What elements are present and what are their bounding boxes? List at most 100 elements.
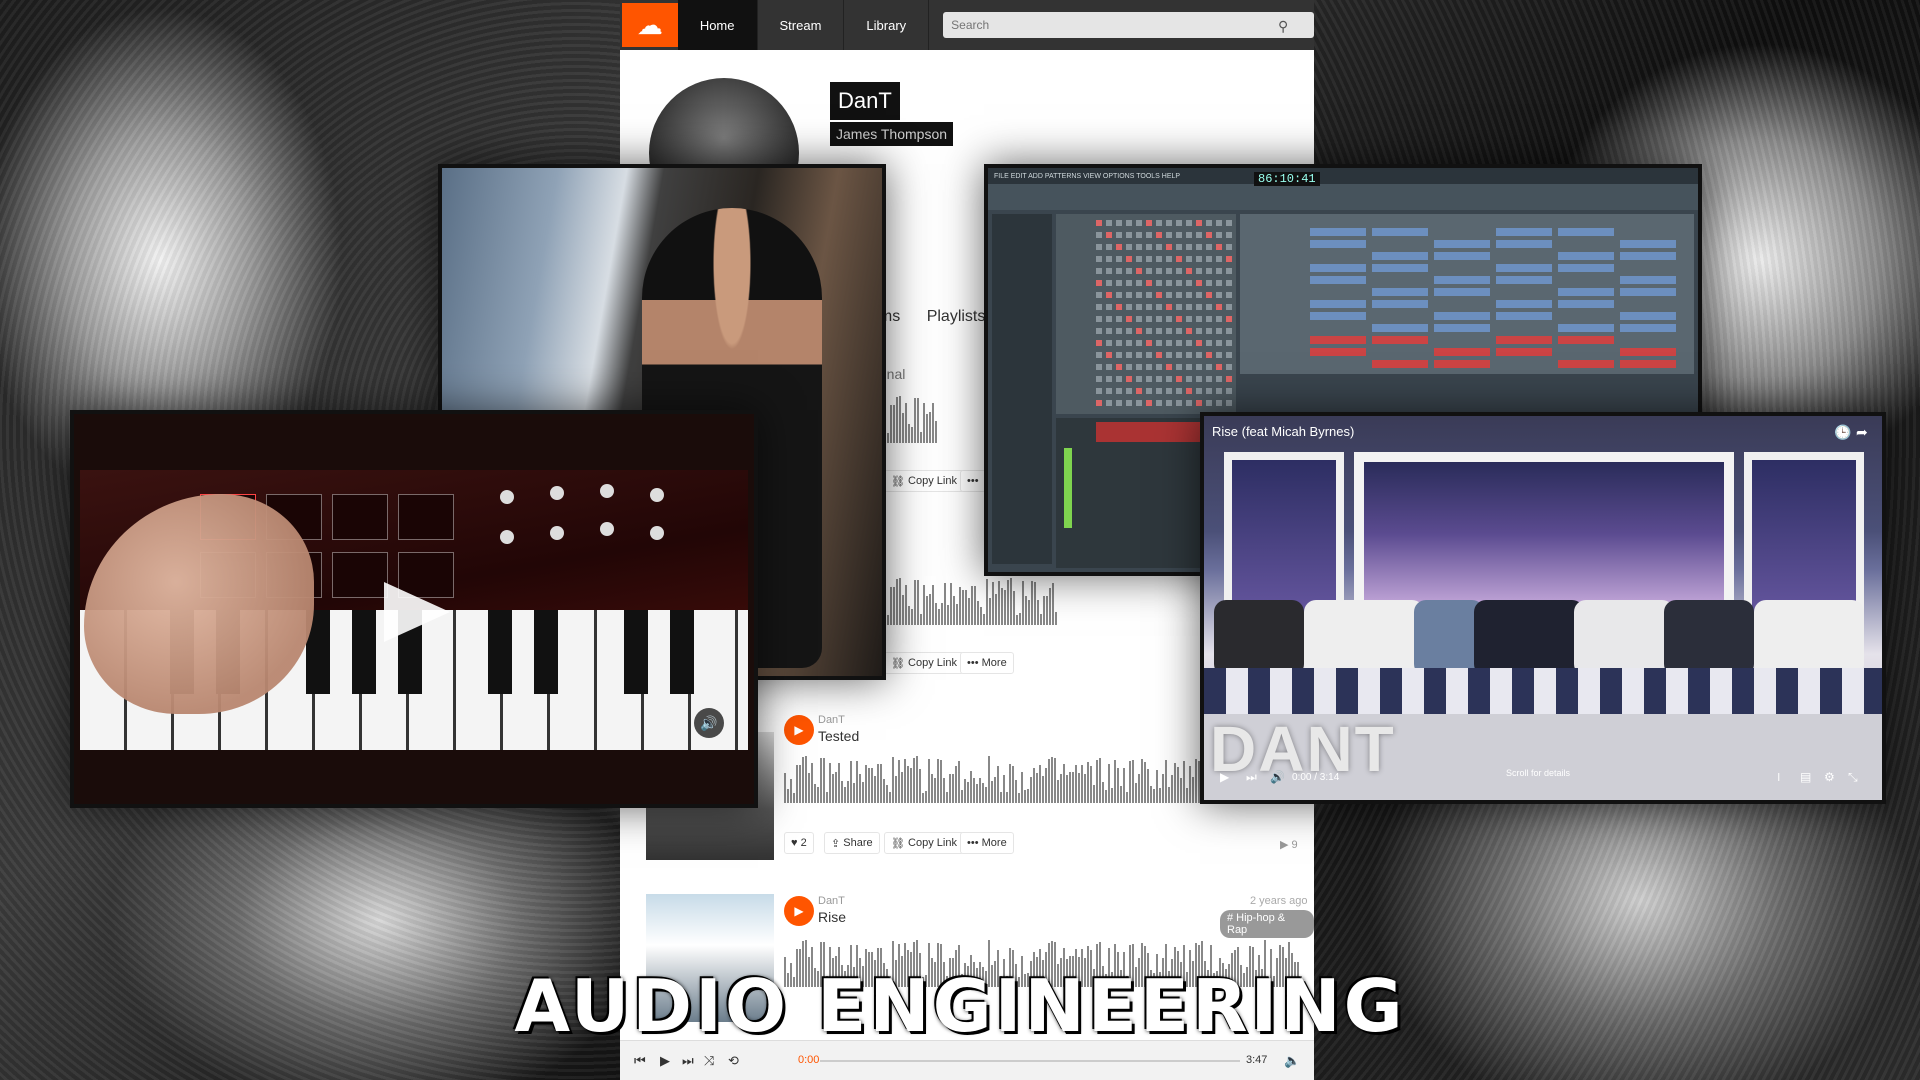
step-button[interactable]	[1176, 352, 1182, 358]
step-button[interactable]	[1176, 244, 1182, 250]
step-button[interactable]	[1146, 280, 1152, 286]
pattern-clip[interactable]	[1496, 240, 1552, 248]
search-icon[interactable]: ⚲	[1278, 18, 1288, 35]
next-icon[interactable]: ⏭	[682, 1053, 694, 1069]
step-button[interactable]	[1116, 340, 1122, 346]
step-button[interactable]	[1206, 292, 1212, 298]
pattern-clip[interactable]	[1620, 312, 1676, 320]
step-button[interactable]	[1116, 304, 1122, 310]
pattern-clip[interactable]	[1620, 276, 1676, 284]
step-button[interactable]	[1106, 256, 1112, 262]
volume-icon[interactable]: 🔊	[694, 708, 724, 738]
step-button[interactable]	[1176, 340, 1182, 346]
step-button[interactable]	[1146, 220, 1152, 226]
step-button[interactable]	[1196, 268, 1202, 274]
track-user[interactable]: DanT	[818, 895, 845, 907]
step-button[interactable]	[1206, 304, 1212, 310]
step-button[interactable]	[1166, 256, 1172, 262]
step-button[interactable]	[1106, 364, 1112, 370]
step-button[interactable]	[1096, 304, 1102, 310]
pattern-clip[interactable]	[1372, 228, 1428, 236]
step-button[interactable]	[1106, 388, 1112, 394]
step-button[interactable]	[1116, 400, 1122, 406]
step-button[interactable]	[1106, 280, 1112, 286]
step-button[interactable]	[1116, 364, 1122, 370]
step-button[interactable]	[1196, 316, 1202, 322]
pattern-clip[interactable]	[1558, 360, 1614, 368]
step-button[interactable]	[1136, 292, 1142, 298]
step-button[interactable]	[1106, 232, 1112, 238]
step-button[interactable]	[1126, 280, 1132, 286]
settings-icon[interactable]: ⚙	[1824, 770, 1835, 784]
pattern-clip[interactable]	[1558, 252, 1614, 260]
step-button[interactable]	[1196, 232, 1202, 238]
autoplay-toggle-icon[interactable]: ⏽	[1774, 770, 1784, 785]
step-button[interactable]	[1156, 364, 1162, 370]
step-button[interactable]	[1106, 292, 1112, 298]
pattern-clip[interactable]	[1372, 252, 1428, 260]
youtube-video[interactable]: Rise (feat Micah Byrnes) 🕒 ➦ DANT ▶ ⏭ 🔊 …	[1200, 412, 1886, 804]
pattern-clip[interactable]	[1558, 300, 1614, 308]
step-button[interactable]	[1166, 400, 1172, 406]
pattern-clip[interactable]	[1310, 300, 1366, 308]
step-button[interactable]	[1226, 244, 1232, 250]
step-button[interactable]	[1216, 328, 1222, 334]
step-button[interactable]	[1106, 304, 1112, 310]
step-button[interactable]	[1136, 376, 1142, 382]
pattern-clip[interactable]	[1372, 324, 1428, 332]
step-button[interactable]	[1166, 292, 1172, 298]
step-button[interactable]	[1146, 304, 1152, 310]
step-button[interactable]	[1176, 232, 1182, 238]
step-button[interactable]	[1166, 328, 1172, 334]
step-button[interactable]	[1176, 268, 1182, 274]
step-button[interactable]	[1096, 256, 1102, 262]
step-button[interactable]	[1126, 292, 1132, 298]
step-button[interactable]	[1206, 316, 1212, 322]
step-button[interactable]	[1216, 340, 1222, 346]
next-icon[interactable]: ⏭	[1246, 770, 1257, 785]
play-button-rise[interactable]: ▶	[784, 896, 814, 926]
pattern-clip[interactable]	[1496, 336, 1552, 344]
step-button[interactable]	[1216, 280, 1222, 286]
volume-icon[interactable]: 🔈	[1284, 1053, 1300, 1069]
nav-stream[interactable]: Stream	[758, 0, 845, 50]
nav-library[interactable]: Library	[844, 0, 930, 50]
step-button[interactable]	[1226, 328, 1232, 334]
repeat-icon[interactable]: ⟲	[728, 1053, 739, 1069]
step-button[interactable]	[1226, 292, 1232, 298]
step-button[interactable]	[1156, 304, 1162, 310]
step-button[interactable]	[1196, 376, 1202, 382]
clock-icon[interactable]: 🕒	[1834, 424, 1851, 441]
pattern-clip[interactable]	[1372, 288, 1428, 296]
waveform-1[interactable]	[878, 396, 938, 446]
step-button[interactable]	[1116, 292, 1122, 298]
step-button[interactable]	[1166, 364, 1172, 370]
step-button[interactable]	[1156, 244, 1162, 250]
step-button[interactable]	[1126, 220, 1132, 226]
step-button[interactable]	[1156, 220, 1162, 226]
step-button[interactable]	[1156, 388, 1162, 394]
genre-tag[interactable]: # Hip-hop & Rap	[1220, 910, 1314, 938]
step-button[interactable]	[1156, 376, 1162, 382]
pattern-clip[interactable]	[1558, 288, 1614, 296]
step-button[interactable]	[1096, 388, 1102, 394]
soundcloud-logo-icon[interactable]: ☁	[622, 3, 678, 47]
step-button[interactable]	[1156, 268, 1162, 274]
more-button-3[interactable]: ••• More	[960, 832, 1014, 854]
step-button[interactable]	[1126, 304, 1132, 310]
step-button[interactable]	[1096, 340, 1102, 346]
step-button[interactable]	[1126, 388, 1132, 394]
step-button[interactable]	[1226, 376, 1232, 382]
step-button[interactable]	[1206, 232, 1212, 238]
pattern-clip[interactable]	[1310, 228, 1366, 236]
step-button[interactable]	[1226, 400, 1232, 406]
pattern-clip[interactable]	[1434, 276, 1490, 284]
step-button[interactable]	[1166, 280, 1172, 286]
pattern-clip[interactable]	[1372, 300, 1428, 308]
step-button[interactable]	[1206, 388, 1212, 394]
step-button[interactable]	[1216, 220, 1222, 226]
step-button[interactable]	[1176, 220, 1182, 226]
step-button[interactable]	[1206, 328, 1212, 334]
more-button-2[interactable]: ••• More	[960, 652, 1014, 674]
step-button[interactable]	[1126, 244, 1132, 250]
